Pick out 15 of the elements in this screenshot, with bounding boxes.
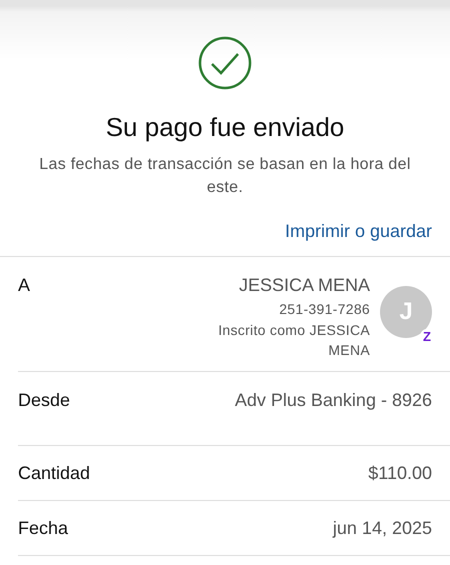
- status-subtitle: Las fechas de transacción se basan en la hora del este.: [38, 155, 412, 198]
- row-value: Adv Plus Banking - 8926: [234, 390, 432, 411]
- badge-letter: Z: [420, 329, 434, 344]
- row-value: $110.00: [368, 462, 432, 484]
- recipient-note: Inscrito como JESSICA MENA: [217, 321, 370, 360]
- row-label: Cantidad: [18, 462, 90, 484]
- row-label: A: [18, 275, 30, 297]
- print-save-link[interactable]: Imprimir o guardar: [284, 221, 432, 242]
- row-label: Desde: [18, 390, 70, 411]
- row-value: jun 14, 2025: [332, 518, 432, 538]
- recipient-name: JESSICA MENA: [238, 275, 370, 296]
- recipient-phone: 251-391-7286: [279, 301, 370, 317]
- row-label: Fecha: [18, 518, 68, 538]
- status-title: Su pago fue enviado: [106, 112, 344, 143]
- check-circle-icon: [198, 36, 252, 90]
